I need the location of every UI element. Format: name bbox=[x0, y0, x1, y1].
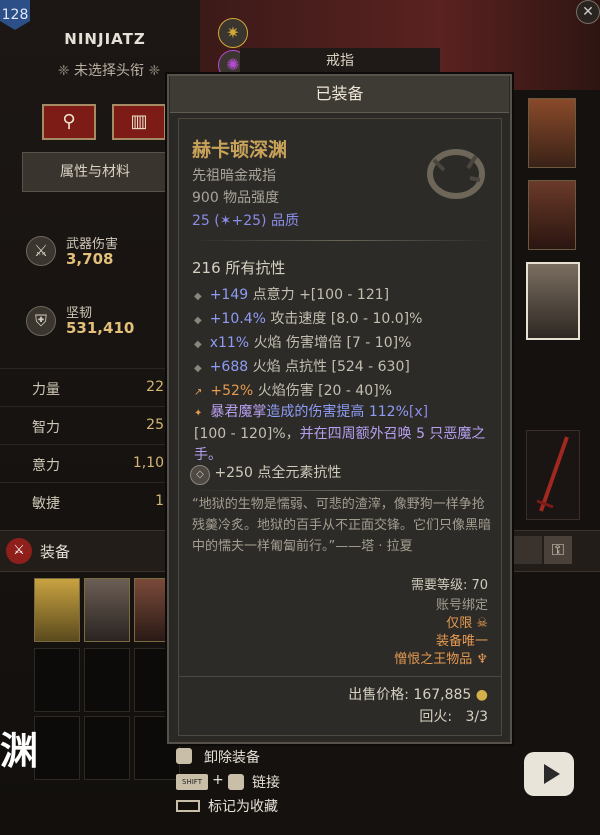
key-icon[interactable]: ⚿ bbox=[544, 536, 572, 564]
attribute-name: 敏捷 bbox=[32, 496, 60, 512]
class-icon: ☠ bbox=[476, 616, 488, 631]
play-icon bbox=[544, 764, 560, 784]
mouse-click-icon bbox=[228, 774, 244, 790]
set-item-label: 憎恨之王物品 ♆ bbox=[394, 652, 488, 667]
attribute-value: 1 bbox=[155, 493, 164, 509]
tempered-bullet-icon: ↗ bbox=[194, 387, 203, 398]
equipment-slot-weapon[interactable] bbox=[526, 430, 580, 520]
attribute-name: 意力 bbox=[32, 458, 60, 474]
equipment-slot-amulet[interactable] bbox=[528, 98, 576, 168]
ring-slot-header: 戒指 bbox=[240, 48, 440, 74]
diamond-bullet-icon: ◆ bbox=[194, 339, 202, 350]
unique-equipped: 装备唯一 bbox=[435, 634, 488, 649]
wardrobe-icon: ▥ bbox=[130, 111, 148, 132]
shield-icon: ⛨ bbox=[26, 306, 56, 336]
attribute-value: 25 bbox=[146, 417, 164, 433]
socket-affix: ◇ +250 点全元素抗性 bbox=[190, 462, 341, 485]
attribute-name: 力量 bbox=[32, 382, 60, 398]
affix-fire-multiplier: ◆ x11% 火焰 伤害增倍 [7 - 10]% bbox=[194, 335, 412, 351]
equipment-slot-ring-1[interactable] bbox=[528, 180, 576, 250]
favorite-hint[interactable]: 标记为收藏 bbox=[208, 796, 278, 816]
toughness-value: 531,410 bbox=[66, 319, 135, 337]
divider bbox=[192, 240, 492, 241]
weapon-icon bbox=[536, 436, 569, 512]
diamond-bullet-icon: ◆ bbox=[194, 315, 202, 326]
quality-label: 品质 bbox=[270, 213, 299, 229]
unique-power-name: 暴君魔掌 bbox=[210, 404, 267, 420]
attribute-name: 智力 bbox=[32, 420, 60, 436]
unique-power: ✦ 暴君魔掌造成的伤害提高 112%[x] [100 - 120]%，并在四周额外… bbox=[194, 404, 486, 463]
video-watermark: 渊 bbox=[0, 729, 36, 773]
attribute-row-intelligence[interactable]: 智力 25 bbox=[0, 406, 168, 445]
plus-sign: + bbox=[212, 772, 224, 788]
shift-key-icon: SHIFT bbox=[176, 774, 208, 790]
sun-glyph-icon: ✷ bbox=[218, 18, 248, 48]
crossed-swords-icon: ⚔ bbox=[26, 236, 56, 266]
affix-attack-speed: ◆ +10.4% 攻击速度 [8.0 - 10.0]% bbox=[194, 311, 423, 327]
affix-willpower: ◆ +149 点意力 +[100 - 121] bbox=[194, 287, 390, 303]
gold-coin-icon: ● bbox=[475, 687, 488, 703]
tooltip-header: 已装备 bbox=[170, 76, 509, 113]
class-restriction: 仅限 ☠ bbox=[446, 616, 488, 631]
play-button[interactable] bbox=[524, 752, 574, 796]
close-icon: ✕ bbox=[582, 4, 594, 20]
item-power: 900 物品强度 bbox=[192, 190, 280, 206]
attribute-row-willpower[interactable]: 意力 1,10 bbox=[0, 444, 168, 483]
weapon-damage-value: 3,708 bbox=[66, 250, 114, 268]
quality-value: 25 bbox=[192, 213, 210, 229]
inventory-slot[interactable] bbox=[84, 648, 130, 712]
sell-price: 出售价格: 167,885 ● bbox=[348, 687, 488, 703]
inventory-tab[interactable] bbox=[514, 536, 542, 564]
affix-fire-damage: ↗ +52% 火焰伤害 [20 - 40]% bbox=[194, 383, 392, 399]
diamond-bullet-icon: ◆ bbox=[194, 363, 202, 374]
item-quality: 25 (✶+25) 品质 bbox=[192, 213, 299, 229]
title-wing-icon: ❈ bbox=[57, 63, 74, 79]
close-button[interactable]: ✕ bbox=[576, 0, 600, 24]
inventory-slot[interactable] bbox=[84, 716, 130, 780]
character-title[interactable]: ❈ 未选择头衔 ❈ bbox=[34, 60, 184, 80]
attribute-value: 22 bbox=[146, 379, 164, 395]
flavor-text: “地狱的生物是懦弱、可悲的渣滓，像野狗一样争抢残羹冷炙。地狱的百手从不正面交锋。… bbox=[192, 497, 492, 554]
inventory-slot[interactable] bbox=[34, 716, 80, 780]
attributes-materials-tab[interactable]: 属性与材料 bbox=[22, 152, 168, 192]
magnifier-icon: ⚲ bbox=[62, 111, 76, 132]
title-wing-icon: ❈ bbox=[144, 63, 161, 79]
item-name: 赫卡顿深渊 bbox=[192, 139, 288, 161]
character-title-text: 未选择头衔 bbox=[74, 63, 144, 79]
temper-count: 回火: 3/3 bbox=[419, 709, 488, 725]
mouse-click-icon bbox=[176, 748, 192, 764]
gem-socket-icon: ◇ bbox=[190, 465, 210, 485]
required-level: 需要等级: 70 bbox=[410, 578, 488, 593]
expansion-icon: ♆ bbox=[476, 652, 488, 667]
item-type: 先祖暗金戒指 bbox=[192, 168, 276, 184]
unique-bullet-icon: ✦ bbox=[194, 408, 203, 419]
inventory-slot[interactable] bbox=[34, 648, 80, 712]
wardrobe-button[interactable]: ▥ bbox=[112, 104, 166, 140]
diamond-bullet-icon: ◆ bbox=[194, 291, 202, 302]
link-hint[interactable]: 链接 bbox=[252, 772, 280, 792]
ring-icon bbox=[420, 140, 492, 204]
quality-bonus: +25 bbox=[231, 213, 262, 229]
equipment-slot-ring-2-selected[interactable] bbox=[526, 262, 580, 340]
inventory-item-amulet[interactable] bbox=[34, 578, 80, 642]
spacebar-icon bbox=[176, 800, 200, 812]
unequip-hint[interactable]: 卸除装备 bbox=[204, 747, 260, 767]
account-bound: 账号绑定 bbox=[435, 598, 488, 613]
equipment-icon: ⚔ bbox=[6, 538, 32, 564]
attribute-value: 1,10 bbox=[132, 455, 164, 471]
character-name: NINJIATZ bbox=[64, 30, 146, 48]
divider bbox=[192, 490, 492, 491]
equipment-label: 装备 bbox=[40, 543, 71, 561]
affix-fire-resistance: ◆ +688 火焰 点抗性 [524 - 630] bbox=[194, 359, 410, 375]
inspect-button[interactable]: ⚲ bbox=[42, 104, 96, 140]
attribute-row-dexterity[interactable]: 敏捷 1 bbox=[0, 482, 168, 521]
implicit-affix: 216 所有抗性 bbox=[192, 259, 286, 277]
attribute-row-strength[interactable]: 力量 22 bbox=[0, 368, 168, 407]
inventory-item-ring[interactable] bbox=[84, 578, 130, 642]
